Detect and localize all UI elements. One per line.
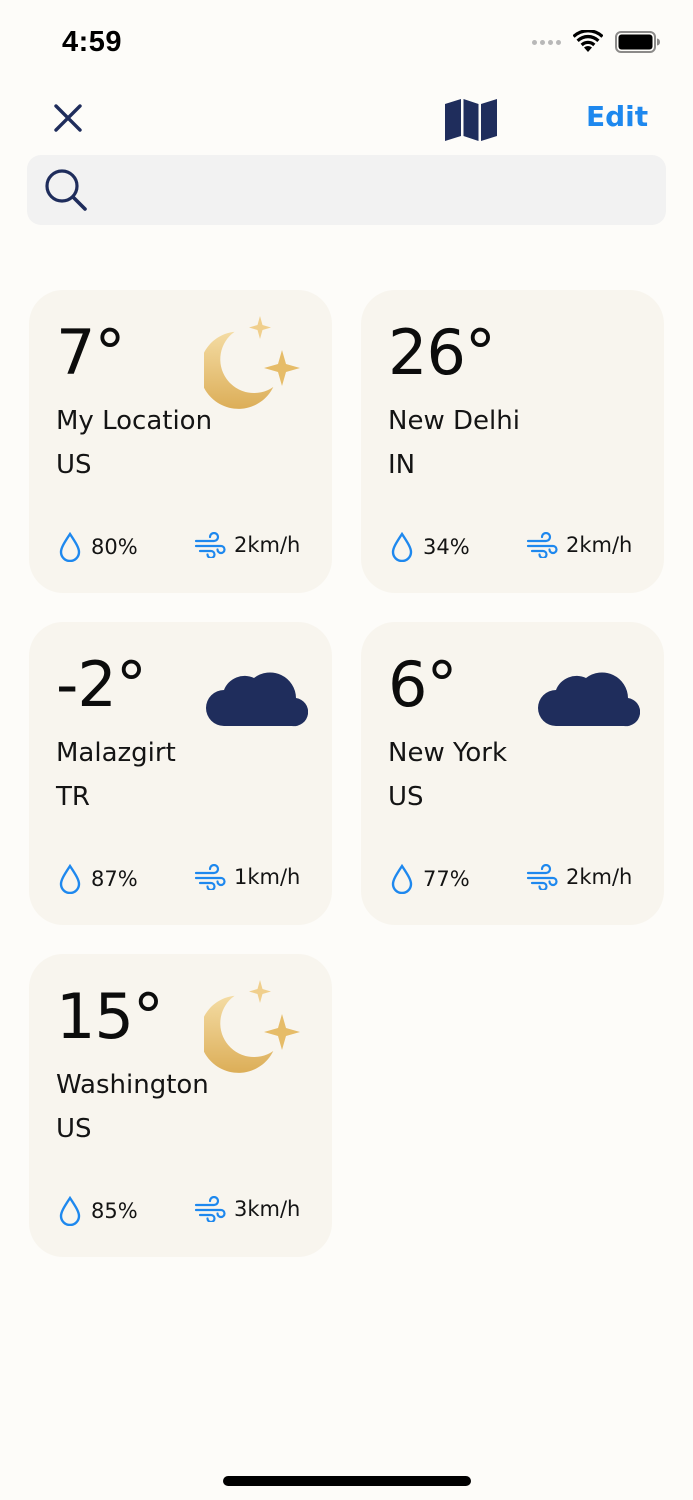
card-city: New Delhi bbox=[388, 406, 520, 436]
search-icon bbox=[41, 165, 91, 215]
humidity-value: 80% bbox=[91, 535, 138, 559]
wind-value: 2km/h bbox=[566, 865, 633, 889]
status-icons bbox=[532, 30, 661, 54]
cloud-icon bbox=[536, 644, 641, 748]
wind-value: 2km/h bbox=[566, 533, 633, 557]
wind-icon bbox=[194, 864, 226, 890]
humidity-value: 85% bbox=[91, 1199, 138, 1223]
card-country: TR bbox=[56, 782, 90, 812]
wind-value: 3km/h bbox=[234, 1197, 301, 1221]
card-city: New York bbox=[388, 738, 508, 768]
card-wind: 2km/h bbox=[526, 532, 632, 558]
cellular-signal-icon bbox=[532, 39, 561, 45]
card-humidity: 85% bbox=[59, 1196, 138, 1226]
card-wind: 1km/h bbox=[194, 864, 300, 890]
card-humidity: 80% bbox=[59, 532, 138, 562]
card-humidity: 34% bbox=[391, 532, 470, 562]
card-wind: 2km/h bbox=[526, 864, 632, 890]
wind-icon bbox=[194, 532, 226, 558]
card-temperature: 6° bbox=[388, 648, 457, 721]
battery-icon bbox=[615, 31, 660, 53]
close-icon bbox=[54, 104, 82, 132]
close-button[interactable] bbox=[46, 96, 90, 140]
card-temperature: -2° bbox=[56, 648, 147, 721]
humidity-value: 34% bbox=[423, 535, 470, 559]
droplet-icon bbox=[59, 1196, 81, 1226]
home-indicator[interactable] bbox=[223, 1476, 471, 1486]
droplet-icon bbox=[59, 864, 81, 894]
map-icon bbox=[445, 99, 497, 141]
card-wind: 2km/h bbox=[194, 532, 300, 558]
card-humidity: 87% bbox=[59, 864, 138, 894]
wind-value: 1km/h bbox=[234, 865, 301, 889]
card-country: US bbox=[56, 450, 92, 480]
weather-card-my-location[interactable]: 7° My Location US 80% 2km/h bbox=[29, 290, 332, 593]
edit-button[interactable]: Edit bbox=[586, 100, 648, 133]
card-temperature: 15° bbox=[56, 980, 164, 1053]
nav-bar: Edit bbox=[0, 92, 693, 148]
wind-icon bbox=[526, 532, 558, 558]
wind-icon bbox=[526, 864, 558, 890]
card-country: US bbox=[388, 782, 424, 812]
card-temperature: 26° bbox=[388, 316, 496, 389]
card-humidity: 77% bbox=[391, 864, 470, 894]
wind-icon bbox=[194, 1196, 226, 1222]
weather-card-washington[interactable]: 15° Washington US 85% 3km/h bbox=[29, 954, 332, 1257]
card-temperature: 7° bbox=[56, 316, 125, 389]
droplet-icon bbox=[391, 864, 413, 894]
wind-value: 2km/h bbox=[234, 533, 301, 557]
card-country: US bbox=[56, 1114, 92, 1144]
card-city: Malazgirt bbox=[56, 738, 176, 768]
map-button[interactable] bbox=[443, 95, 499, 145]
weather-card-new-delhi[interactable]: 26° New Delhi IN 34% 2km/h bbox=[361, 290, 664, 593]
search-input[interactable] bbox=[91, 159, 650, 221]
moon-stars-icon bbox=[199, 976, 308, 1080]
droplet-icon bbox=[59, 532, 81, 562]
search-bar bbox=[27, 155, 666, 225]
cloud-icon bbox=[204, 644, 309, 748]
humidity-value: 77% bbox=[423, 867, 470, 891]
humidity-value: 87% bbox=[91, 867, 138, 891]
droplet-icon bbox=[391, 532, 413, 562]
weather-card-new-york[interactable]: 6° New York US 77% 2km/h bbox=[361, 622, 664, 925]
status-time: 4:59 bbox=[62, 26, 123, 58]
weather-card-malazgirt[interactable]: -2° Malazgirt TR 87% 1km/h bbox=[29, 622, 332, 925]
card-city: Washington bbox=[56, 1070, 209, 1100]
card-country: IN bbox=[388, 450, 416, 480]
card-city: My Location bbox=[56, 406, 213, 436]
moon-stars-icon bbox=[199, 312, 308, 416]
wifi-icon bbox=[573, 30, 603, 52]
status-bar: 4:59 bbox=[0, 0, 693, 88]
card-wind: 3km/h bbox=[194, 1196, 300, 1222]
